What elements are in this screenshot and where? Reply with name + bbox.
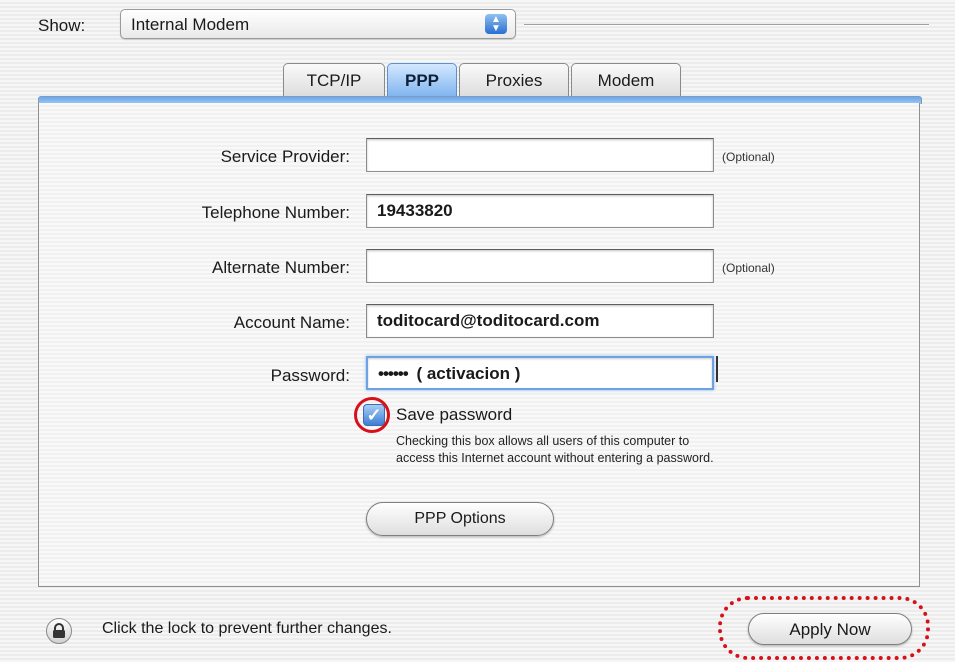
alternate-number-label: Alternate Number: (212, 258, 350, 277)
apply-highlight-ring (718, 596, 930, 660)
tab-tcpip[interactable]: TCP/IP (283, 63, 385, 97)
ppp-options-button[interactable]: PPP Options (366, 502, 554, 536)
header-divider (524, 24, 929, 26)
service-provider-optional: (Optional) (722, 150, 775, 164)
account-name-label: Account Name: (233, 313, 350, 332)
help-line-2: access this Internet account without ent… (396, 451, 714, 465)
password-field[interactable]: •••••• ( activacion ) (366, 356, 714, 390)
password-mask: •••••• (378, 364, 409, 383)
lock-icon[interactable] (46, 618, 72, 644)
password-label: Password: (270, 366, 350, 385)
service-provider-field[interactable] (366, 138, 714, 172)
telephone-label: Telephone Number: (201, 203, 350, 222)
save-password-help: Checking this box allows all users of th… (396, 433, 906, 467)
lock-text: Click the lock to prevent further change… (102, 620, 392, 637)
password-hint: ( activacion ) (416, 364, 521, 383)
popup-arrows-icon: ▲ ▼ (485, 14, 507, 34)
telephone-field[interactable]: 19433820 (366, 194, 714, 228)
service-provider-label: Service Provider: (220, 147, 350, 166)
text-cursor (716, 356, 718, 382)
alternate-number-field[interactable] (366, 249, 714, 283)
tab-ppp[interactable]: PPP (387, 63, 457, 97)
show-label: Show: (38, 16, 86, 35)
account-name-field[interactable]: toditocard@toditocard.com (366, 304, 714, 338)
location-popup[interactable]: Internal Modem ▲ ▼ (120, 9, 516, 39)
help-line-1: Checking this box allows all users of th… (396, 434, 690, 448)
alternate-number-optional: (Optional) (722, 261, 775, 275)
tab-proxies[interactable]: Proxies (459, 63, 569, 97)
location-popup-value: Internal Modem (131, 15, 250, 34)
save-password-label[interactable]: Save password (396, 405, 512, 425)
checkbox-highlight-ring (354, 397, 390, 433)
tab-modem[interactable]: Modem (571, 63, 681, 97)
